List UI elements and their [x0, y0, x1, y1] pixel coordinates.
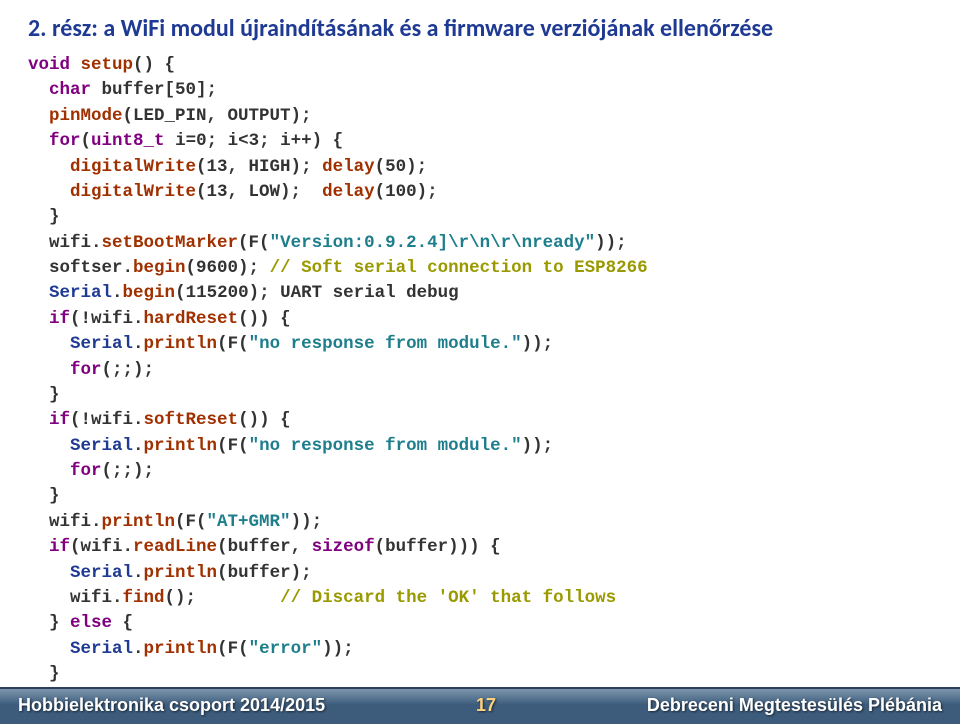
t: )); [291, 512, 323, 532]
fn-dw2: digitalWrite [70, 182, 196, 202]
fn-println2: println [144, 436, 218, 456]
fn-hardreset: hardReset [144, 309, 239, 329]
fn-println4: println [144, 563, 218, 583]
t: (buffer, [217, 537, 312, 557]
t: )); [322, 639, 354, 659]
t: } [28, 385, 60, 405]
t: . [133, 436, 144, 456]
t: ( [81, 131, 92, 151]
fn-begin2: begin [123, 283, 176, 303]
kw-for: for [49, 131, 81, 151]
fn-println5: println [144, 639, 218, 659]
footer-right: Debreceni Megtestesülés Plébánia [647, 695, 942, 716]
kw-sizeof: sizeof [312, 537, 375, 557]
kw-void: void [28, 55, 70, 75]
cls-serial1: Serial [49, 283, 112, 303]
str-nr1: "no response from module." [249, 334, 522, 354]
t: )); [522, 436, 554, 456]
kw-if2: if [49, 410, 70, 430]
t [28, 283, 49, 303]
slide-title: 2. rész: a WiFi modul újraindításának és… [28, 14, 932, 43]
kw-if3: if [49, 537, 70, 557]
kw-for2: for [70, 360, 102, 380]
kw-if1: if [49, 309, 70, 329]
fn-sbm: setBootMarker [102, 233, 239, 253]
t: (13, LOW); [196, 182, 322, 202]
t: (50); [375, 157, 428, 177]
kw-uint8: uint8_t [91, 131, 165, 151]
cls-serial2: Serial [70, 334, 133, 354]
fn-delay2: delay [322, 182, 375, 202]
t: . [112, 283, 123, 303]
t: wifi. [28, 588, 123, 608]
t: ()) { [238, 309, 291, 329]
fn-dw1: digitalWrite [70, 157, 196, 177]
t: (!wifi. [70, 410, 144, 430]
cmt-discard: // Discard the 'OK' that follows [280, 588, 616, 608]
t: )); [522, 334, 554, 354]
t: )); [595, 233, 627, 253]
footer-page-number: 17 [476, 695, 496, 716]
t: (;;); [102, 360, 155, 380]
slide-footer: Hobbielektronika csoport 2014/2015 17 De… [0, 687, 960, 724]
t: (F( [175, 512, 207, 532]
t: (9600); [186, 258, 270, 278]
str-nr2: "no response from module." [249, 436, 522, 456]
t: (F( [238, 233, 270, 253]
fn-find: find [123, 588, 165, 608]
t: () { [133, 55, 175, 75]
fn-softreset: softReset [144, 410, 239, 430]
fn-println1: println [144, 334, 218, 354]
kw-else: else [70, 613, 112, 633]
cls-serial5: Serial [70, 639, 133, 659]
t: (100); [375, 182, 438, 202]
t: ()) { [238, 410, 291, 430]
str-ver: "Version:0.9.2.4]\r\n\r\nready" [270, 233, 596, 253]
t: (buffer))) { [375, 537, 501, 557]
t: . [133, 563, 144, 583]
t: (F( [217, 436, 249, 456]
t: (); [165, 588, 281, 608]
t: wifi. [28, 233, 102, 253]
t: } [28, 207, 60, 227]
t: } [28, 664, 60, 684]
t: } [28, 613, 70, 633]
fn-pinmode: pinMode [49, 106, 123, 126]
kw-for3: for [70, 461, 102, 481]
t: (F( [217, 334, 249, 354]
cls-serial4: Serial [70, 563, 133, 583]
cmt-soft: // Soft serial connection to ESP8266 [270, 258, 648, 278]
t: (13, HIGH); [196, 157, 322, 177]
t: } [28, 486, 60, 506]
fn-setup: setup [81, 55, 134, 75]
t: { [112, 613, 133, 633]
kw-char: char [49, 80, 91, 100]
t: . [133, 639, 144, 659]
code-block: void setup() { char buffer[50]; pinMode(… [28, 53, 932, 687]
fn-begin1: begin [133, 258, 186, 278]
cls-serial3: Serial [70, 436, 133, 456]
t: (!wifi. [70, 309, 144, 329]
t: (wifi. [70, 537, 133, 557]
t: softser. [28, 258, 133, 278]
fn-readline: readLine [133, 537, 217, 557]
t: i=0; i<3; i++) { [165, 131, 344, 151]
t: (;;); [102, 461, 155, 481]
fn-println3: println [102, 512, 176, 532]
footer-left: Hobbielektronika csoport 2014/2015 [18, 695, 325, 716]
t: wifi. [28, 512, 102, 532]
t: (F( [217, 639, 249, 659]
t: (buffer); [217, 563, 312, 583]
t: (115200); UART serial debug [175, 283, 459, 303]
str-atgmr: "AT+GMR" [207, 512, 291, 532]
t: . [133, 334, 144, 354]
t: (LED_PIN, OUTPUT); [123, 106, 312, 126]
t: buffer[50]; [91, 80, 217, 100]
fn-delay1: delay [322, 157, 375, 177]
str-error: "error" [249, 639, 323, 659]
